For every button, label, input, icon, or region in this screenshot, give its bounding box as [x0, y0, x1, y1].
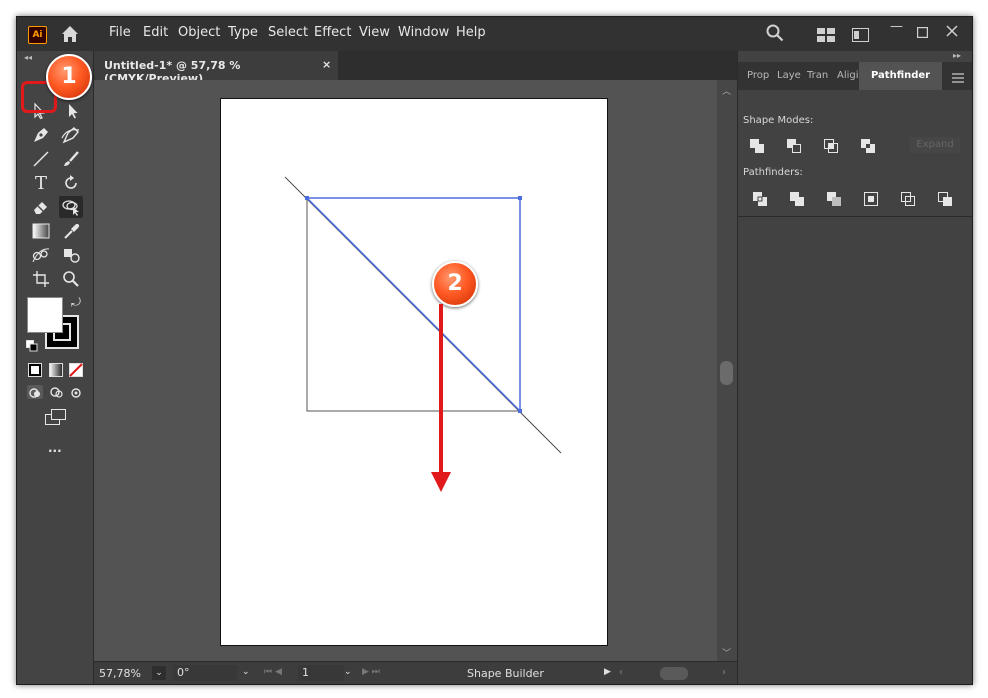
artboard-dropdown-icon[interactable]: ⌄ — [344, 667, 352, 677]
scroll-up-icon[interactable]: ︿ — [722, 84, 731, 97]
anchor-point — [518, 196, 522, 200]
type-tool-icon[interactable]: T — [29, 172, 53, 194]
rotation-field[interactable]: 0° — [173, 665, 237, 681]
draw-inside-icon[interactable] — [69, 385, 85, 404]
panel-menu-icon[interactable] — [952, 68, 964, 87]
menu-type[interactable]: Type — [228, 25, 258, 40]
eyedropper-tool-icon[interactable] — [59, 220, 83, 242]
anchor-point — [518, 409, 522, 413]
last-artboard-icon[interactable]: ▶ ⏭ — [362, 667, 380, 677]
menu-edit[interactable]: Edit — [143, 25, 168, 40]
vertical-scrollbar[interactable]: ︿ ﹀ — [717, 80, 737, 661]
menu-object[interactable]: Object — [178, 25, 220, 40]
minus-front-icon[interactable] — [786, 138, 802, 154]
unite-icon[interactable] — [749, 138, 765, 154]
maximize-icon[interactable] — [916, 23, 929, 42]
line-segment-tool-icon[interactable] — [29, 148, 53, 170]
pathfinder-panel: ▸▸ Prop Laye Tran Aligi Pathfinder Shape… — [737, 51, 972, 684]
tab-transform[interactable]: Tran — [807, 70, 828, 81]
scroll-right-icon[interactable]: › — [722, 667, 726, 678]
search-icon[interactable] — [766, 24, 784, 46]
status-menu-icon[interactable]: ▶ — [604, 667, 611, 677]
tools-panel: ◂◂ T ⤾ ... — [17, 51, 94, 684]
panel-divider — [738, 216, 972, 217]
expand-panels-icon[interactable]: ▸▸ — [953, 51, 961, 60]
merge-icon[interactable] — [826, 191, 842, 207]
vertical-scroll-thumb[interactable] — [720, 361, 733, 385]
canvas-area[interactable] — [94, 80, 717, 661]
title-bar: Ai File Edit Object Type Select Effect V… — [17, 17, 972, 51]
horizontal-scroll-thumb[interactable] — [660, 667, 688, 680]
step-2-badge: 2 — [432, 261, 478, 307]
artboard[interactable] — [220, 98, 608, 646]
zoom-level[interactable]: 57,78% — [99, 667, 141, 680]
collapse-toolbar-icon[interactable]: ◂◂ — [24, 53, 32, 62]
shape-builder-tool-icon[interactable] — [59, 196, 83, 218]
outline-icon[interactable] — [900, 191, 916, 207]
pen-tool-icon[interactable] — [29, 124, 53, 146]
panel-tab-bar: Prop Laye Tran Aligi Pathfinder — [738, 62, 972, 90]
rotation-dropdown-icon[interactable]: ⌄ — [242, 667, 250, 677]
direct-selection-tool-icon[interactable] — [61, 100, 85, 122]
artboard-tool-icon[interactable] — [29, 268, 53, 290]
minus-back-icon[interactable] — [937, 191, 953, 207]
color-mode-icon[interactable] — [28, 362, 42, 381]
anchor-point — [305, 196, 309, 200]
first-artboard-icon[interactable]: ⏮ ◀ — [264, 667, 282, 677]
illustrator-window: Ai File Edit Object Type Select Effect V… — [16, 16, 973, 685]
arrange-documents-icon[interactable] — [817, 27, 835, 46]
fill-color-swatch[interactable] — [27, 297, 63, 333]
divide-icon[interactable] — [752, 191, 768, 207]
artboard-number-field[interactable]: 1 — [298, 665, 344, 681]
eraser-tool-icon[interactable] — [29, 196, 53, 218]
trim-icon[interactable] — [789, 191, 805, 207]
illustrator-logo: Ai — [28, 26, 47, 44]
tab-layers[interactable]: Laye — [777, 70, 801, 81]
gradient-tool-icon[interactable] — [29, 220, 53, 242]
menu-file[interactable]: File — [109, 25, 131, 40]
default-fill-stroke-icon[interactable] — [26, 337, 38, 356]
expand-button[interactable]: Expand — [910, 137, 960, 153]
scroll-down-icon[interactable]: ﹀ — [722, 646, 731, 659]
minimize-icon[interactable]: — — [890, 19, 903, 34]
live-paint-bucket-icon[interactable] — [59, 244, 83, 266]
edit-toolbar-icon[interactable]: ... — [48, 441, 62, 455]
pathfinders-label: Pathfinders: — [743, 167, 803, 178]
tab-pathfinder[interactable]: Pathfinder — [859, 62, 943, 90]
paintbrush-tool-icon[interactable] — [59, 148, 83, 170]
tab-properties[interactable]: Prop — [747, 70, 769, 81]
curvature-tool-icon[interactable] — [59, 124, 83, 146]
exclude-icon[interactable] — [860, 138, 876, 154]
menu-select[interactable]: Select — [268, 25, 308, 40]
home-icon[interactable] — [59, 23, 81, 45]
blend-tool-icon[interactable] — [29, 244, 53, 266]
status-bar: 57,78% ⌄ 0° ⌄ ⏮ ◀ 1 ⌄ ▶ ⏭ Shape Builder … — [94, 661, 737, 684]
screen-mode-icon[interactable] — [45, 409, 67, 429]
close-tab-icon[interactable]: × — [322, 58, 331, 71]
draw-normal-icon[interactable] — [27, 385, 43, 399]
menu-effect[interactable]: Effect — [314, 25, 351, 40]
tab-align[interactable]: Aligi — [837, 70, 859, 81]
intersect-icon[interactable] — [823, 138, 839, 154]
workspace-switcher-icon[interactable] — [852, 27, 869, 46]
scroll-left-icon[interactable]: ‹ — [619, 667, 623, 678]
shape-modes-label: Shape Modes: — [743, 115, 814, 126]
swap-fill-stroke-icon[interactable]: ⤾ — [71, 295, 81, 310]
zoom-tool-icon[interactable] — [59, 268, 83, 290]
step-1-badge: 1 — [46, 54, 92, 100]
current-tool-label: Shape Builder — [467, 667, 544, 680]
menu-help[interactable]: Help — [456, 25, 486, 40]
crop-icon[interactable] — [863, 191, 879, 207]
menu-window[interactable]: Window — [398, 25, 449, 40]
menu-view[interactable]: View — [359, 25, 390, 40]
document-tab-bar: Untitled-1* @ 57,78 % (CMYK/Preview) × — [94, 51, 737, 85]
gradient-mode-icon[interactable] — [49, 362, 63, 381]
draw-behind-icon[interactable] — [49, 385, 65, 404]
rotate-tool-icon[interactable] — [59, 172, 83, 194]
selected-segment-diagonal — [306, 197, 521, 412]
zoom-dropdown-icon[interactable]: ⌄ — [152, 666, 166, 680]
document-tab[interactable]: Untitled-1* @ 57,78 % (CMYK/Preview) × — [94, 51, 338, 85]
close-window-icon[interactable] — [946, 22, 958, 41]
none-mode-icon[interactable] — [69, 362, 83, 381]
